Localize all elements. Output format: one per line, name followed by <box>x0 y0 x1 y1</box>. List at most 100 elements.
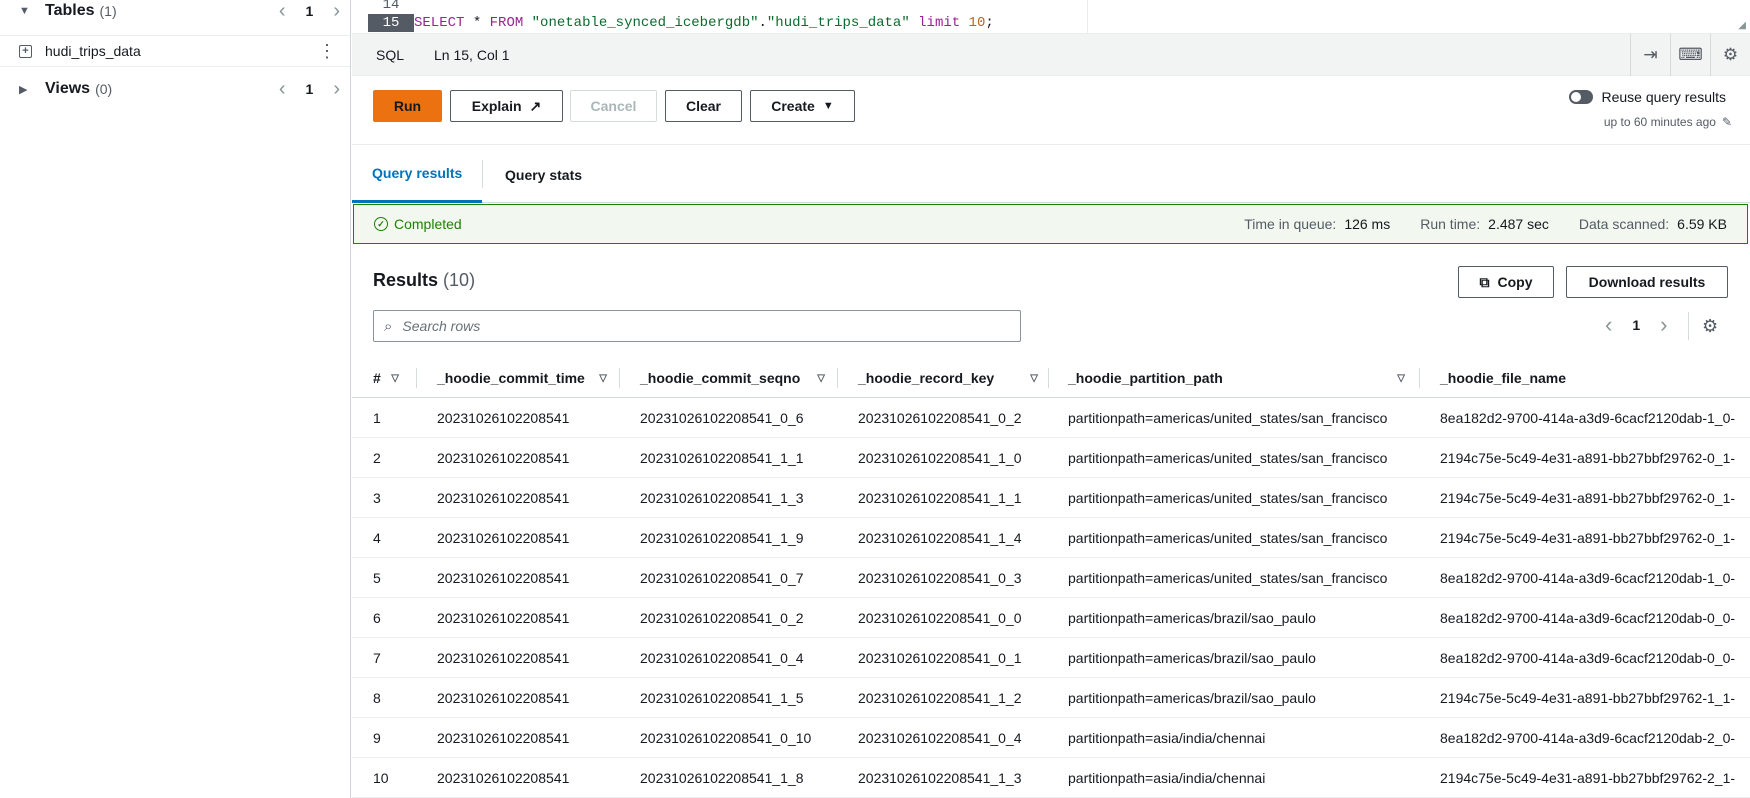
results-title: Results (10) <box>373 270 475 291</box>
table-row[interactable]: 2 20231026102208541 20231026102208541_1_1 2… <box>352 438 1750 478</box>
format-indent-icon[interactable]: ⇥ <box>1630 34 1670 76</box>
cancel-button[interactable]: Cancel <box>570 90 657 122</box>
code-line[interactable]: SELECT * FROM "onetable_synced_icebergdb… <box>414 14 994 32</box>
copy-button[interactable]: ⧉ Copy <box>1458 266 1554 298</box>
resize-handle-icon[interactable]: ◢ <box>1738 20 1746 31</box>
gear-icon[interactable]: ⚙ <box>1710 34 1750 76</box>
column-header-index[interactable]: # ▽ <box>373 358 409 398</box>
table-settings-gear-icon[interactable]: ⚙ <box>1702 316 1718 337</box>
reuse-label: Reuse query results <box>1601 89 1726 105</box>
chevron-right-icon[interactable]: › <box>1660 314 1667 336</box>
sort-icon[interactable]: ▽ <box>817 373 825 384</box>
column-divider[interactable] <box>619 368 620 388</box>
tab-query-results[interactable]: Query results <box>352 146 483 203</box>
sort-icon[interactable]: ▽ <box>599 373 607 384</box>
table-row[interactable]: 9 20231026102208541 20231026102208541_0_10… <box>352 718 1750 758</box>
cell-record-key: 20231026102208541_0_0 <box>858 610 1022 626</box>
tables-page-number[interactable]: 1 <box>306 3 314 19</box>
sort-icon[interactable]: ▽ <box>391 373 399 384</box>
chevron-left-icon[interactable]: ‹ <box>279 1 286 21</box>
cell-partition-path: partitionpath=americas/united_states/san… <box>1068 450 1388 466</box>
search-rows-field[interactable]: ⌕ <box>373 310 1021 342</box>
edit-pencil-icon[interactable]: ✎ <box>1722 115 1732 129</box>
column-header-record-key[interactable]: _hoodie_record_key ▽ <box>858 358 1048 398</box>
table-row[interactable]: 3 20231026102208541 20231026102208541_1_3 2… <box>352 478 1750 518</box>
table-row[interactable]: 5 20231026102208541 20231026102208541_0_7 2… <box>352 558 1750 598</box>
tables-count: (1) <box>99 3 117 19</box>
code-text: * <box>464 15 490 31</box>
create-button[interactable]: Create ▼ <box>750 90 855 122</box>
check-circle-icon: ✓ <box>374 217 388 231</box>
caret-right-icon[interactable]: ▶ <box>19 83 31 96</box>
editor-divider <box>1087 0 1088 34</box>
search-icon: ⌕ <box>384 317 393 335</box>
column-divider[interactable] <box>1419 368 1420 388</box>
table-item-label[interactable]: hudi_trips_data <box>45 43 141 59</box>
search-input[interactable] <box>402 318 963 334</box>
table-row[interactable]: 4 20231026102208541 20231026102208541_1_9 2… <box>352 518 1750 558</box>
views-pager: ‹ 1 › <box>279 79 340 99</box>
external-link-icon: ↗ <box>529 97 542 114</box>
run-button[interactable]: Run <box>373 90 442 122</box>
column-header-partition-path[interactable]: _hoodie_partition_path ▽ <box>1068 358 1415 398</box>
explain-button[interactable]: Explain ↗ <box>450 90 563 122</box>
sort-icon[interactable]: ▽ <box>1397 373 1405 384</box>
column-header-commit-time[interactable]: _hoodie_commit_time ▽ <box>437 358 617 398</box>
table-row[interactable]: 8 20231026102208541 20231026102208541_1_5 2… <box>352 678 1750 718</box>
reuse-toggle[interactable] <box>1569 90 1594 104</box>
cell-file-name: 2194c75e-5c49-4e31-a891-bb27bbf29762-2_1… <box>1440 770 1736 786</box>
sort-icon[interactable]: ▽ <box>1030 373 1038 384</box>
views-label: Views <box>45 80 91 97</box>
column-header-label: _hoodie_commit_time <box>437 370 585 386</box>
chevron-left-icon[interactable]: ‹ <box>279 79 286 99</box>
chevron-left-icon[interactable]: ‹ <box>1605 314 1612 336</box>
cursor-position: Ln 15, Col 1 <box>434 46 510 63</box>
views-page-number[interactable]: 1 <box>306 81 314 97</box>
column-header-file-name[interactable]: _hoodie_file_name <box>1440 358 1750 398</box>
cell-commit-time: 20231026102208541 <box>437 690 570 706</box>
column-header-label: # <box>373 370 381 386</box>
column-divider[interactable] <box>1048 368 1049 388</box>
cell-file-name: 2194c75e-5c49-4e31-a891-bb27bbf29762-0_1… <box>1440 450 1736 466</box>
code-keyword: FROM <box>489 15 524 31</box>
chevron-right-icon[interactable]: › <box>333 79 340 99</box>
cell-index: 2 <box>373 450 381 466</box>
table-header: # ▽ _hoodie_commit_time ▽ _hoodie_commit_s… <box>352 358 1750 398</box>
table-row[interactable]: 1 20231026102208541 20231026102208541_0_6 2… <box>352 398 1750 438</box>
sql-editor[interactable]: 14 15 SELECT * FROM "onetable_synced_ice… <box>352 0 1750 34</box>
keyboard-icon[interactable]: ⌨ <box>1670 34 1710 76</box>
cell-commit-time: 20231026102208541 <box>437 410 570 426</box>
table-item-hudi-trips-data[interactable]: + hudi_trips_data ⋮ <box>0 35 350 67</box>
column-divider[interactable] <box>837 368 838 388</box>
caret-down-icon[interactable]: ▼ <box>19 5 31 17</box>
table-row[interactable]: 6 20231026102208541 20231026102208541_0_2 2… <box>352 598 1750 638</box>
cell-commit-seqno: 20231026102208541_0_7 <box>640 570 804 586</box>
tables-pager: ‹ 1 › <box>279 1 340 21</box>
tab-query-stats[interactable]: Query stats <box>485 146 602 203</box>
cell-file-name: 8ea182d2-9700-414a-a3d9-6cacf2120dab-0_0… <box>1440 610 1736 626</box>
download-results-button[interactable]: Download results <box>1566 266 1728 298</box>
column-divider[interactable] <box>416 368 417 388</box>
table-row[interactable]: 10 20231026102208541 20231026102208541_1_8… <box>352 758 1750 798</box>
expand-plus-icon[interactable]: + <box>19 44 32 58</box>
cell-partition-path: partitionpath=americas/united_states/san… <box>1068 490 1388 506</box>
cell-index: 10 <box>373 770 389 786</box>
kebab-menu-icon[interactable]: ⋮ <box>318 42 336 60</box>
cell-record-key: 20231026102208541_1_4 <box>858 530 1022 546</box>
cell-file-name: 2194c75e-5c49-4e31-a891-bb27bbf29762-1_1… <box>1440 690 1736 706</box>
table-row[interactable]: 7 20231026102208541 20231026102208541_0_4 2… <box>352 638 1750 678</box>
cell-partition-path: partitionpath=americas/brazil/sao_paulo <box>1068 690 1316 706</box>
cell-commit-seqno: 20231026102208541_1_3 <box>640 490 804 506</box>
cell-file-name: 8ea182d2-9700-414a-a3d9-6cacf2120dab-1_0… <box>1440 410 1736 426</box>
cell-commit-seqno: 20231026102208541_0_6 <box>640 410 804 426</box>
column-header-commit-seqno[interactable]: _hoodie_commit_seqno ▽ <box>640 358 835 398</box>
chevron-right-icon[interactable]: › <box>333 1 340 21</box>
cell-index: 6 <box>373 610 381 626</box>
code-number: 10 <box>968 15 986 31</box>
views-section-header[interactable]: ▶ Views (0) ‹ 1 › <box>0 77 350 101</box>
reuse-query-results[interactable]: Reuse query results <box>1569 89 1726 105</box>
results-page-number[interactable]: 1 <box>1632 317 1640 333</box>
cell-partition-path: partitionpath=americas/brazil/sao_paulo <box>1068 610 1316 626</box>
clear-button[interactable]: Clear <box>665 90 742 122</box>
tables-section-header[interactable]: ▼ Tables (1) ‹ 1 › <box>0 0 350 23</box>
